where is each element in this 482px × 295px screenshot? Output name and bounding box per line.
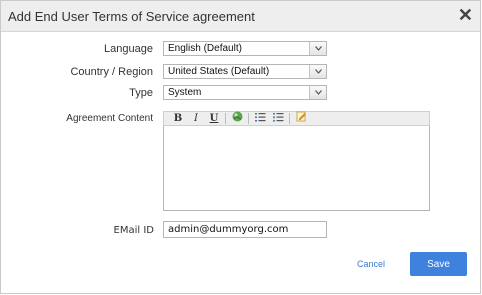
ordered-list-icon[interactable] (251, 112, 269, 126)
edit-html-icon[interactable] (292, 111, 310, 126)
cancel-button[interactable]: Cancel (357, 259, 385, 269)
type-value: System (168, 87, 202, 98)
dialog-titlebar: Add End User Terms of Service agreement … (1, 1, 480, 32)
chevron-down-icon[interactable] (309, 86, 326, 99)
italic-icon[interactable]: I (187, 113, 205, 125)
country-select[interactable]: United States (Default) (163, 64, 327, 79)
add-terms-dialog: Add End User Terms of Service agreement … (0, 0, 481, 294)
email-value: admin@dummyorg.com (168, 224, 289, 235)
toolbar-separator (289, 113, 290, 124)
toolbar-separator (248, 113, 249, 124)
type-select[interactable]: System (163, 85, 327, 100)
insert-image-icon[interactable] (228, 111, 246, 126)
close-icon[interactable]: ✕ (458, 6, 473, 24)
email-label: EMail ID (113, 225, 154, 236)
country-label: Country / Region (70, 66, 153, 78)
type-label: Type (129, 87, 153, 99)
unordered-list-icon[interactable] (269, 112, 287, 126)
underline-icon[interactable]: U (205, 113, 223, 125)
chevron-down-icon[interactable] (309, 65, 326, 78)
agreement-content-label: Agreement Content (66, 113, 153, 124)
dialog-title: Add End User Terms of Service agreement (8, 9, 255, 24)
email-field[interactable]: admin@dummyorg.com (163, 221, 327, 238)
agreement-content-editor[interactable] (163, 126, 430, 211)
bold-icon[interactable]: B (169, 113, 187, 125)
save-button[interactable]: Save (410, 252, 467, 276)
language-value: English (Default) (168, 43, 242, 54)
chevron-down-icon[interactable] (309, 42, 326, 55)
language-select[interactable]: English (Default) (163, 41, 327, 56)
country-value: United States (Default) (168, 66, 270, 77)
language-label: Language (104, 43, 153, 55)
toolbar-separator (225, 113, 226, 124)
editor-toolbar: B I U (163, 111, 430, 126)
